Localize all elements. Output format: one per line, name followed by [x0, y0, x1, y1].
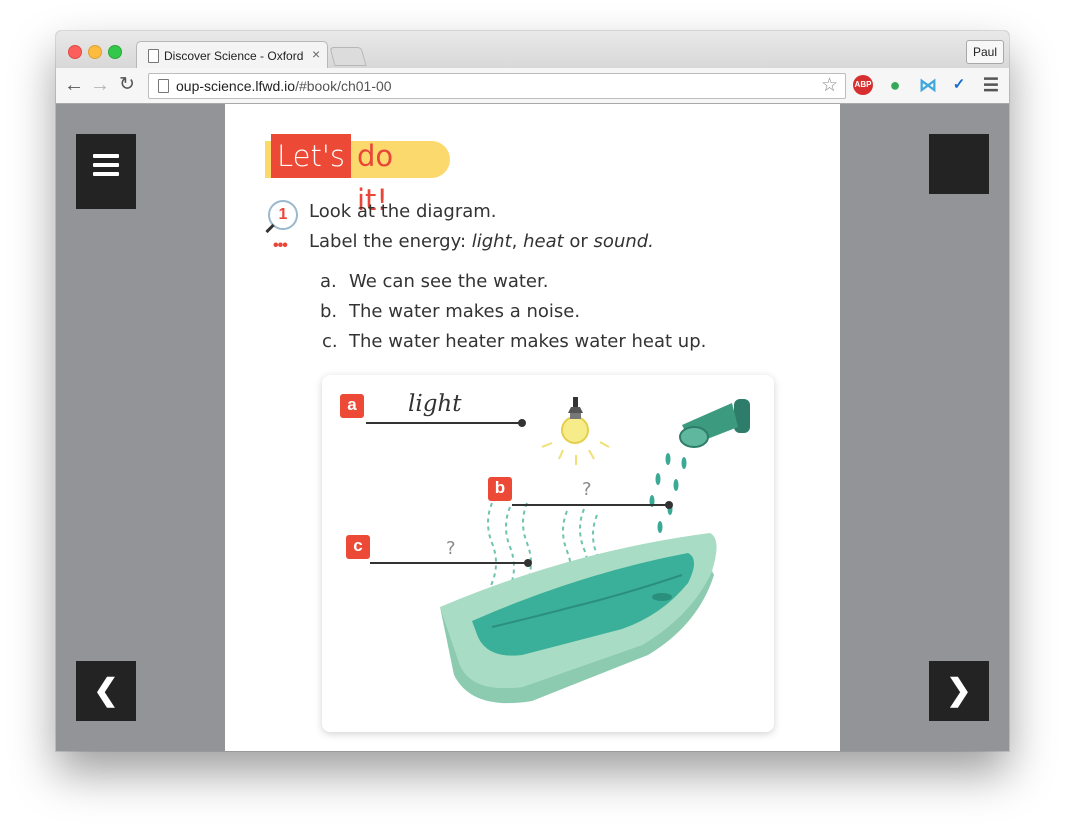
instruction-label: Label the energy: light, heat or sound. — [309, 231, 654, 252]
hamburger-bar — [93, 163, 119, 167]
option-sound: sound. — [593, 231, 654, 252]
answer-c[interactable]: ? — [446, 538, 456, 559]
diagram-card: a light b ? c ? — [322, 375, 774, 732]
browser-tab[interactable]: Discover Science - Oxford × — [136, 41, 328, 69]
reload-icon[interactable]: ↻ — [115, 73, 139, 97]
item-letter: b. — [320, 301, 338, 322]
label-badge-a: a — [340, 394, 364, 418]
browser-toolbar: ← → ↻ oup-science.lfwd.io/#book/ch01-00 … — [56, 68, 1009, 104]
menu-icon[interactable]: ☰ — [981, 75, 1001, 95]
label-badge-b: b — [488, 477, 512, 501]
item-text: We can see the water. — [349, 271, 549, 292]
instruction-label-prefix: Label the energy: — [309, 231, 472, 252]
bowtie-icon[interactable]: ⋈ — [918, 75, 938, 95]
label-dot-b — [665, 501, 673, 509]
option-light: light — [471, 231, 512, 252]
instruction-look: Look at the diagram. — [309, 201, 497, 222]
heading-lets: Let's — [271, 134, 351, 178]
back-arrow-icon[interactable]: ← — [62, 73, 86, 97]
url-path: /#book/ch01-00 — [295, 78, 392, 94]
answer-b[interactable]: ? — [582, 479, 592, 500]
reader-viewport: ❮ ❯ Let's do it! 1 ••• Look at the diagr… — [56, 104, 1009, 751]
item-letter: a. — [320, 271, 337, 292]
answer-a[interactable]: light — [408, 391, 462, 417]
label-badge-c: c — [346, 535, 370, 559]
light-bulb-icon — [541, 397, 610, 465]
top-right-button[interactable] — [929, 134, 989, 194]
option-heat: heat — [523, 231, 564, 252]
hamburger-bar — [93, 172, 119, 176]
book-page: Let's do it! 1 ••• Look at the diagram. … — [225, 104, 840, 751]
magnifier-handle — [265, 223, 275, 234]
url-host: oup-science.lfwd.io — [176, 78, 296, 94]
item-letter: c. — [322, 331, 338, 352]
new-tab-button[interactable] — [329, 47, 367, 66]
profile-button[interactable]: Paul — [966, 40, 1004, 64]
close-window-button[interactable] — [68, 45, 82, 59]
browser-window: Discover Science - Oxford × Paul ← → ↻ o… — [56, 31, 1009, 751]
bathtub-icon — [440, 533, 717, 704]
url-text[interactable]: oup-science.lfwd.io/#book/ch01-00 — [176, 78, 392, 94]
page-icon — [158, 79, 169, 93]
document-icon — [148, 49, 159, 63]
next-page-button[interactable]: ❯ — [929, 661, 989, 721]
hamburger-bar — [93, 154, 119, 158]
previous-page-button[interactable]: ❮ — [76, 661, 136, 721]
shower-head-icon — [679, 399, 750, 448]
address-bar[interactable]: oup-science.lfwd.io/#book/ch01-00 ☆ — [148, 73, 846, 99]
label-dot-c — [524, 559, 532, 567]
zoom-window-button[interactable] — [108, 45, 122, 59]
label-dot-a — [518, 419, 526, 427]
tab-title: Discover Science - Oxford — [164, 49, 304, 63]
close-tab-icon[interactable]: × — [312, 46, 320, 62]
hamburger-menu-button[interactable] — [76, 134, 136, 209]
tab-bar: Discover Science - Oxford × Paul — [56, 31, 1009, 69]
abp-icon[interactable]: ABP — [853, 75, 873, 95]
item-text: The water heater makes water heat up. — [349, 331, 707, 352]
option-separator: , — [511, 231, 524, 252]
forward-arrow-icon[interactable]: → — [88, 73, 112, 97]
y-icon[interactable]: ✓ — [949, 75, 969, 95]
minimize-window-button[interactable] — [88, 45, 102, 59]
green-drop-icon[interactable]: ● — [885, 75, 905, 95]
bathtub-diagram — [366, 397, 750, 704]
item-text: The water makes a noise. — [349, 301, 581, 322]
option-separator: or — [563, 231, 594, 252]
ellipsis-icon: ••• — [273, 237, 288, 254]
bookmark-star-icon[interactable]: ☆ — [821, 74, 838, 97]
